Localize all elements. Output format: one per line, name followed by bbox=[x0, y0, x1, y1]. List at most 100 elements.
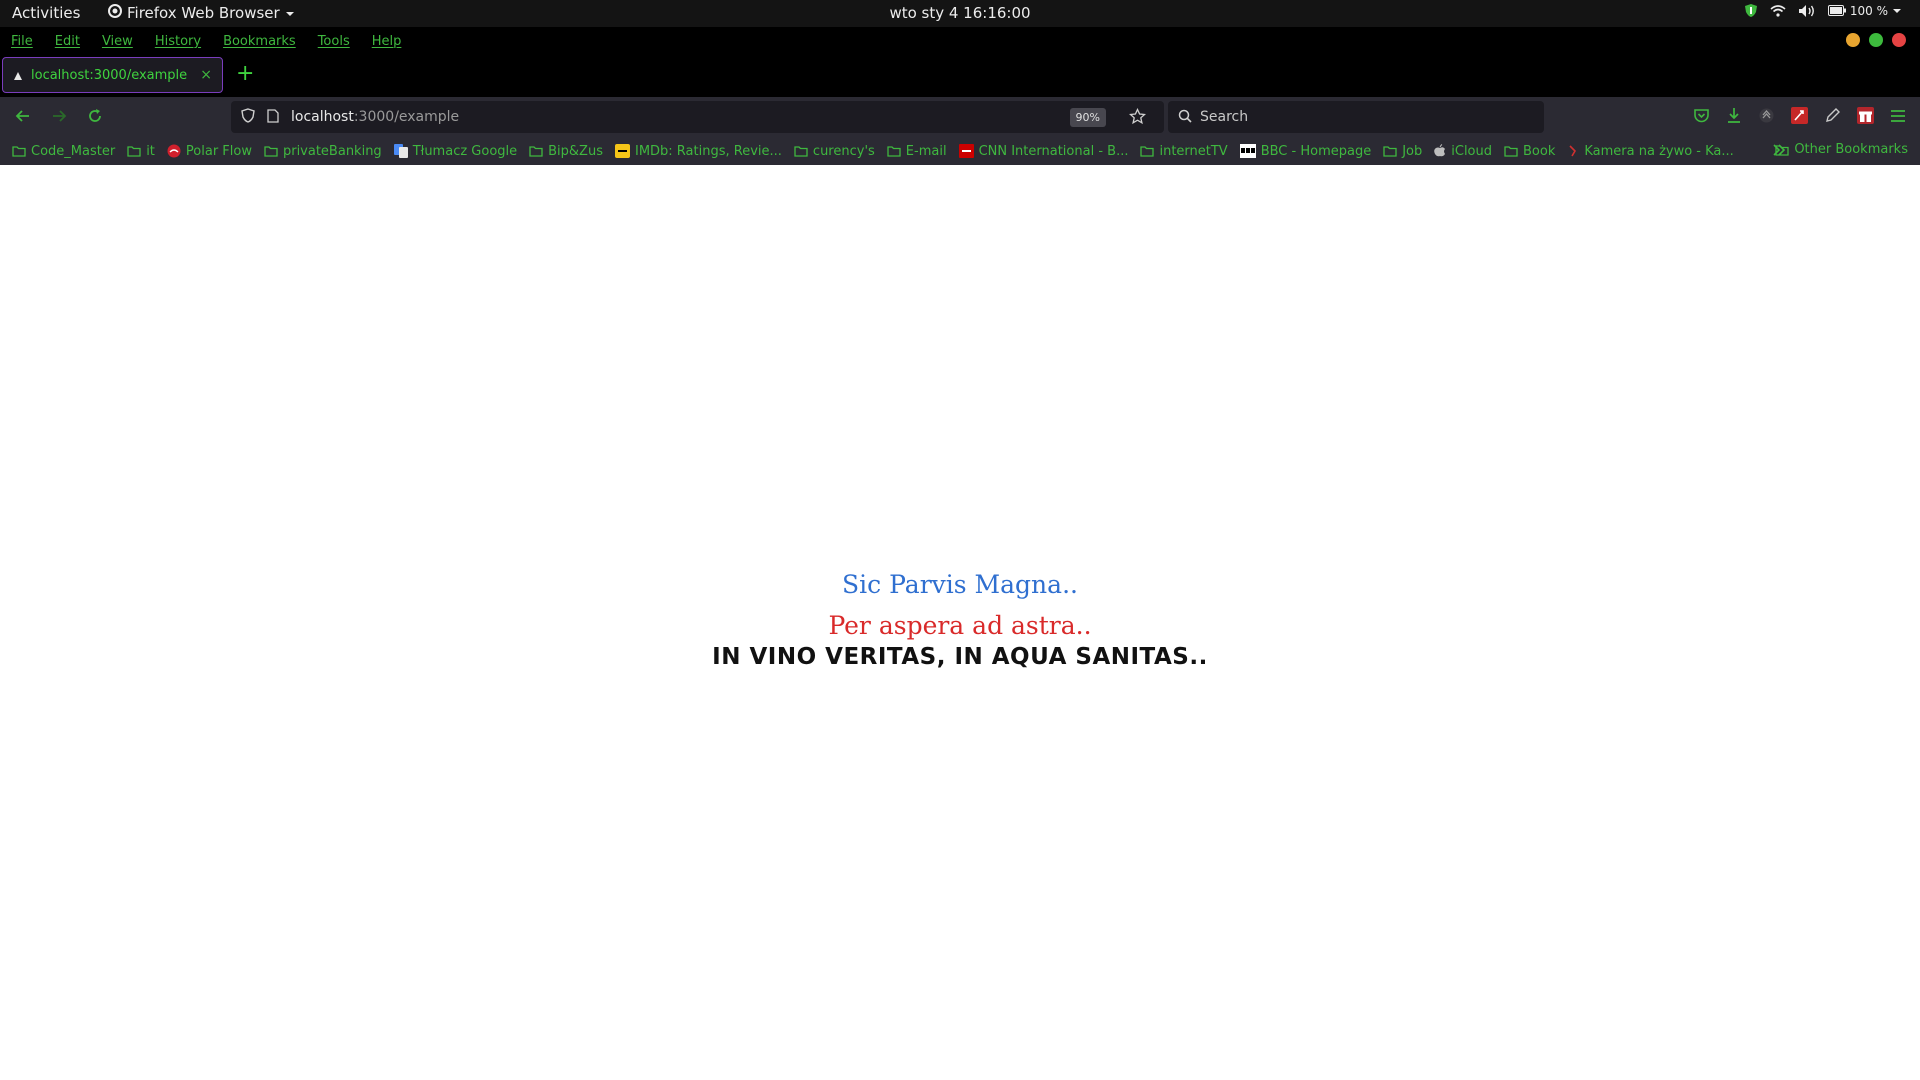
tab-label: localhost:3000/example bbox=[31, 67, 188, 83]
page-icon bbox=[267, 108, 279, 127]
arrow-left-icon bbox=[15, 110, 29, 122]
folder-icon bbox=[1504, 145, 1518, 157]
menu-edit[interactable]: Edit bbox=[55, 34, 80, 49]
folder-icon bbox=[1775, 144, 1789, 156]
app-menu[interactable]: Firefox Web Browser bbox=[108, 4, 295, 22]
folder-icon bbox=[529, 145, 543, 157]
menu-bookmarks[interactable]: Bookmarks bbox=[223, 34, 296, 49]
search-icon bbox=[1178, 108, 1192, 127]
arrow-right-icon bbox=[53, 110, 67, 122]
activities-button[interactable]: Activities bbox=[12, 4, 80, 22]
folder-icon bbox=[1140, 145, 1155, 157]
forward-button[interactable] bbox=[50, 107, 68, 129]
search-input[interactable] bbox=[1200, 109, 1520, 125]
bookmark-polar-flow[interactable]: Polar Flow bbox=[167, 144, 252, 159]
bookmark-label: internetTV bbox=[1159, 143, 1228, 159]
bookmark-curencys[interactable]: curency's bbox=[794, 144, 875, 159]
tab-localhost[interactable]: localhost:3000/example × bbox=[2, 57, 223, 93]
maximize-button[interactable] bbox=[1869, 33, 1883, 47]
pocket-icon[interactable] bbox=[1693, 108, 1710, 128]
cnn-icon bbox=[958, 144, 974, 158]
battery-icon bbox=[1827, 5, 1846, 16]
bookmark-bbc[interactable]: BBC - Homepage bbox=[1239, 144, 1371, 159]
bookmark-label: Kamera na żywo - Ka... bbox=[1584, 143, 1734, 159]
reload-button[interactable] bbox=[86, 107, 104, 129]
url-bar[interactable]: localhost:3000/example 90% bbox=[231, 101, 1164, 133]
bookmark-imdb[interactable]: IMDb: Ratings, Revie... bbox=[614, 143, 782, 159]
menu-tools[interactable]: Tools bbox=[318, 34, 350, 49]
motto-line-1: Sic Parvis Magna.. bbox=[842, 570, 1078, 599]
minimize-button[interactable] bbox=[1846, 33, 1860, 47]
other-bookmarks[interactable]: Other Bookmarks bbox=[1775, 142, 1908, 157]
firefox-icon bbox=[108, 4, 122, 22]
page-content: Sic Parvis Magna.. Per aspera ad astra..… bbox=[0, 165, 1920, 1080]
menu-history[interactable]: History bbox=[155, 34, 201, 49]
folder-icon bbox=[1383, 145, 1397, 157]
clock-label[interactable]: wto sty 4 16:16:00 bbox=[889, 4, 1030, 22]
battery-label: 100 % bbox=[1849, 3, 1888, 18]
hamburger-menu-icon[interactable] bbox=[1890, 108, 1906, 127]
chevron-down-icon bbox=[285, 4, 295, 22]
new-tab-button[interactable]: + bbox=[236, 63, 254, 85]
bookmark-label: Book bbox=[1523, 143, 1556, 159]
sync-extension-icon[interactable] bbox=[1758, 107, 1775, 128]
shield-icon[interactable] bbox=[1744, 3, 1758, 18]
bookmark-label: Code_Master bbox=[31, 143, 116, 159]
camera-icon bbox=[1567, 144, 1579, 158]
bookmark-code-master[interactable]: Code_Master bbox=[12, 144, 115, 159]
download-icon[interactable] bbox=[1726, 107, 1742, 128]
menu-view[interactable]: View bbox=[102, 34, 133, 49]
apple-icon bbox=[1434, 144, 1446, 158]
battery-indicator[interactable]: 100 % bbox=[1827, 3, 1902, 18]
folder-icon bbox=[794, 145, 808, 157]
bookmark-book[interactable]: Book bbox=[1504, 144, 1555, 159]
bookmark-it[interactable]: it bbox=[127, 144, 155, 159]
bookmark-label: privateBanking bbox=[282, 143, 382, 159]
bookmark-label: iCloud bbox=[1451, 143, 1492, 159]
motto-line-3: IN VINO VERITAS, IN AQUA SANITAS.. bbox=[712, 644, 1208, 670]
bookmark-label: curency's bbox=[812, 143, 875, 159]
bookmark-label: Bip&Zus bbox=[548, 143, 603, 159]
pen-extension-icon[interactable] bbox=[1824, 107, 1841, 128]
menu-help[interactable]: Help bbox=[372, 34, 402, 49]
tab-close-icon[interactable]: × bbox=[200, 67, 212, 83]
bbc-icon bbox=[1239, 144, 1256, 158]
bookmark-star-icon[interactable] bbox=[1128, 107, 1147, 129]
bookmark-private-banking[interactable]: privateBanking bbox=[264, 144, 382, 159]
folder-icon bbox=[12, 145, 26, 157]
search-bar[interactable] bbox=[1168, 101, 1544, 133]
tab-strip: localhost:3000/example × + bbox=[0, 55, 1920, 97]
bookmark-internet-tv[interactable]: internetTV bbox=[1140, 143, 1228, 159]
close-window-button[interactable] bbox=[1892, 33, 1906, 47]
gift-extension-icon[interactable] bbox=[1857, 107, 1874, 128]
bookmark-cnn[interactable]: CNN International - B... bbox=[958, 143, 1129, 159]
back-button[interactable] bbox=[14, 107, 32, 129]
imdb-icon bbox=[614, 144, 630, 158]
bookmark-kamera[interactable]: Kamera na żywo - Ka... bbox=[1567, 143, 1734, 159]
shield-icon[interactable] bbox=[241, 107, 255, 127]
bookmark-icloud[interactable]: iCloud bbox=[1434, 144, 1492, 159]
chevron-down-icon bbox=[1893, 8, 1901, 13]
tab-favicon-icon bbox=[13, 66, 23, 85]
bookmark-google-translate[interactable]: Tłumacz Google bbox=[393, 143, 518, 159]
app-menu-label: Firefox Web Browser bbox=[127, 4, 280, 22]
bookmark-bip-zus[interactable]: Bip&Zus bbox=[529, 144, 603, 159]
menu-file[interactable]: File bbox=[11, 34, 33, 49]
bookmark-job[interactable]: Job bbox=[1383, 144, 1422, 159]
bookmark-label: IMDb: Ratings, Revie... bbox=[634, 143, 782, 159]
bookmark-label: E-mail bbox=[905, 143, 947, 159]
other-bookmarks-label: Other Bookmarks bbox=[1794, 142, 1908, 157]
volume-icon[interactable] bbox=[1798, 4, 1816, 18]
bookmark-email[interactable]: E-mail bbox=[887, 144, 947, 159]
bookmark-label: CNN International - B... bbox=[978, 143, 1129, 159]
pdf-extension-icon[interactable] bbox=[1791, 107, 1808, 128]
motto-line-2: Per aspera ad astra.. bbox=[828, 611, 1092, 640]
folder-icon bbox=[127, 145, 141, 157]
system-tray[interactable]: 100 % bbox=[1744, 3, 1902, 18]
wifi-icon[interactable] bbox=[1770, 4, 1786, 17]
menu-bar: File Edit View History Bookmarks Tools H… bbox=[0, 27, 1920, 55]
system-top-bar: Activities Firefox Web Browser wto sty 4… bbox=[0, 0, 1920, 27]
zoom-level-badge[interactable]: 90% bbox=[1069, 108, 1106, 127]
window-controls bbox=[1846, 33, 1906, 47]
bookmark-label: Tłumacz Google bbox=[412, 143, 518, 159]
